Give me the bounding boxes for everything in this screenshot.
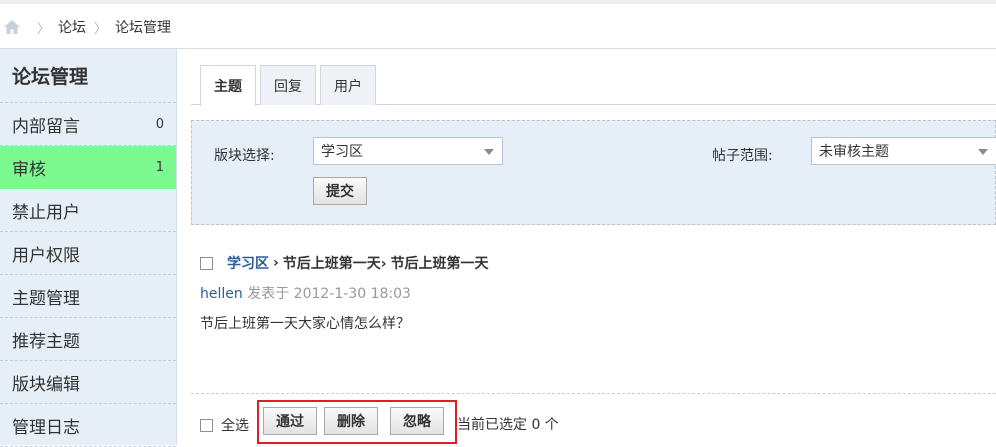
board-select-label: 版块选择: [214, 148, 275, 164]
select-all-checkbox[interactable] [200, 418, 213, 432]
sidebar: 论坛管理 内部留言 0 审核 1 禁止用户 用户权限 主题管理 推荐主题 版块编… [0, 49, 177, 447]
post-header: 学习区 › 节后上班第一天› 节后上班第一天 [200, 253, 489, 273]
chevron-right-icon: › [273, 255, 279, 271]
post-forum-link[interactable]: 学习区 [227, 253, 269, 273]
sidebar-item-internal-messages[interactable]: 内部留言 0 [0, 103, 176, 146]
sidebar-item-admin-log[interactable]: 管理日志 [0, 404, 176, 447]
tab-topics[interactable]: 主题 [200, 65, 256, 106]
ignore-button[interactable]: 忽略 [390, 407, 444, 435]
chevron-down-icon [484, 149, 494, 155]
post-meta: hellen 发表于 2012-1-30 18:03 [200, 283, 411, 303]
sidebar-item-label: 用户权限 [12, 245, 80, 266]
delete-button[interactable]: 删除 [324, 407, 378, 435]
sidebar-item-review[interactable]: 审核 1 [0, 146, 176, 189]
board-select-value: 学习区 [321, 144, 363, 160]
breadcrumb-forum-admin[interactable]: 论坛管理 [115, 17, 171, 37]
chevron-down-icon [978, 149, 988, 155]
tab-bar: 主题 回复 用户 [191, 65, 996, 106]
sidebar-item-label: 内部留言 [12, 116, 80, 137]
selection-status: 当前已选定 0 个 [457, 417, 559, 433]
sidebar-item-count: 0 [155, 116, 164, 132]
post-author[interactable]: hellen [200, 286, 243, 302]
select-all[interactable]: 全选 [200, 415, 249, 435]
chevron-right-icon: 〉 [37, 21, 51, 37]
post-title[interactable]: 节后上班第一天 [391, 253, 489, 273]
select-all-label: 全选 [221, 418, 249, 434]
sidebar-item-topic-management[interactable]: 主题管理 [0, 275, 176, 318]
approve-button[interactable]: 通过 [263, 407, 317, 435]
sidebar-item-label: 审核 [12, 159, 46, 180]
tab-users[interactable]: 用户 [320, 65, 376, 105]
main-content: 主题 回复 用户 版块选择: 学习区 帖子范围: 未审核主题 提交 学习区 › … [191, 49, 996, 445]
breadcrumb-bar: 〉 论坛 〉 论坛管理 [0, 0, 996, 49]
chevron-right-icon: 〉 [94, 21, 108, 37]
submit-button[interactable]: 提交 [313, 177, 367, 205]
sidebar-item-label: 推荐主题 [12, 331, 80, 352]
home-icon[interactable] [3, 19, 21, 35]
sidebar-item-user-permissions[interactable]: 用户权限 [0, 232, 176, 275]
sidebar-item-label: 禁止用户 [12, 202, 80, 223]
breadcrumb-forum[interactable]: 论坛 [58, 17, 86, 37]
post-title-part: 节后上班第一天› [282, 256, 387, 272]
board-select[interactable]: 学习区 [313, 137, 503, 165]
filter-panel: 版块选择: 学习区 帖子范围: 未审核主题 提交 [191, 120, 996, 225]
posted-prefix: 发表于 [247, 286, 290, 302]
post-body: 节后上班第一天大家心情怎么样？ [200, 316, 410, 332]
post-range-value: 未审核主题 [819, 144, 889, 160]
post-date: 2012-1-30 18:03 [293, 286, 411, 302]
sidebar-item-recommended-topics[interactable]: 推荐主题 [0, 318, 176, 361]
sidebar-title: 论坛管理 [0, 49, 176, 103]
tab-replies[interactable]: 回复 [260, 65, 316, 105]
sidebar-item-count: 1 [155, 159, 164, 175]
post-range-select[interactable]: 未审核主题 [811, 137, 996, 165]
breadcrumb: 〉 论坛 〉 论坛管理 [3, 16, 171, 38]
post-range-label: 帖子范围: [712, 148, 773, 164]
action-bar: 全选 通过 删除 忽略 当前已选定 0 个 [191, 393, 996, 445]
sidebar-item-board-editing[interactable]: 版块编辑 [0, 361, 176, 404]
post-checkbox[interactable] [200, 256, 213, 270]
sidebar-item-label: 主题管理 [12, 288, 80, 309]
sidebar-item-ban-users[interactable]: 禁止用户 [0, 189, 176, 232]
sidebar-item-label: 版块编辑 [12, 374, 80, 395]
sidebar-item-label: 管理日志 [12, 417, 80, 438]
